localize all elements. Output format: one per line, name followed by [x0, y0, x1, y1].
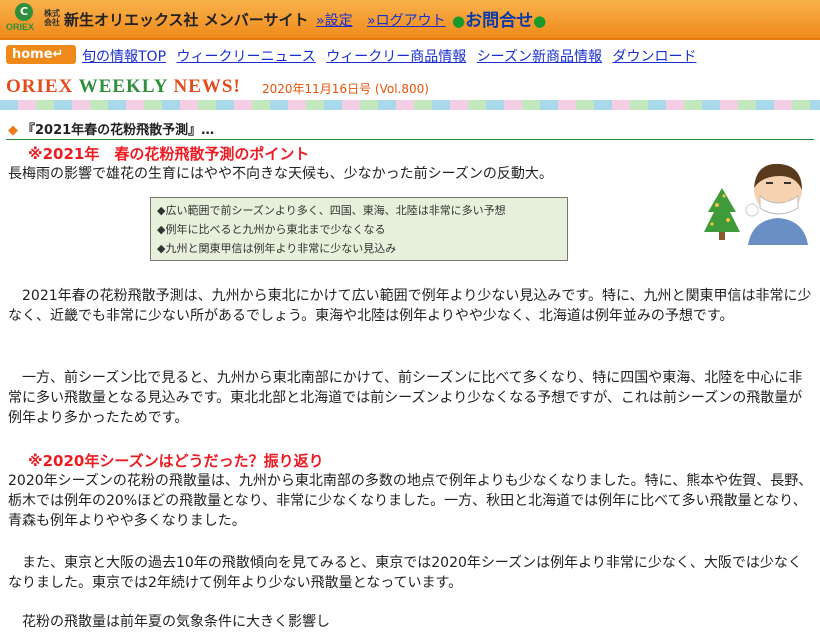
section-title: ◆ 『2021年春の花粉飛散予測』…: [8, 119, 214, 138]
logo-text: ORIEX: [6, 22, 35, 32]
weekly-news-banner: ORIEX WEEKLY NEWS!: [6, 76, 241, 98]
contact-label: お問合せ: [465, 11, 534, 31]
corp-prefix: 株式会社: [44, 9, 60, 27]
summary-box: ◆広い範囲で前シーズンより多く、四国、東海、北陸は非常に多い予想 ◆例年に比べる…: [150, 197, 568, 261]
contact-button[interactable]: ●お問合せ●: [452, 6, 546, 31]
oriex-logo[interactable]: C ORIEX: [6, 3, 44, 35]
header-links: »設定 »ログアウト: [316, 10, 456, 30]
heading-forecast-points: ※2021年 春の花粉飛散予測のポイント: [28, 145, 310, 163]
heading-2020-review: ※2020年シーズンはどうだった？振り返り: [28, 452, 324, 470]
logo-icon: C: [15, 3, 33, 21]
home-button[interactable]: home↵: [6, 45, 76, 64]
main-nav: home↵ 旬の情報TOP ウィークリーニュース ウィークリー商品情報 シーズン…: [0, 44, 820, 66]
banner-part-news: NEWS!: [173, 76, 241, 97]
nav-item-download[interactable]: ダウンロード: [612, 49, 696, 65]
summary-item: ◆広い範囲で前シーズンより多く、四国、東海、北陸は非常に多い予想: [157, 204, 506, 217]
paragraph: 花粉の飛散量は前年夏の気象条件に大きく影響し: [22, 614, 330, 630]
paragraph: また、東京と大阪の過去10年の飛散傾向を見てみると、東京では2020年シーズンは…: [8, 555, 802, 591]
site-title: 新生オリエックス社 メンバーサイト: [64, 11, 309, 29]
bullet-icon: ●: [452, 12, 466, 30]
paragraph: 2021年春の花粉飛散予測は、九州から東北にかけて広い範囲で例年より少ない見込み…: [8, 288, 812, 324]
person-icon: [745, 163, 808, 245]
decorative-stripe: [0, 100, 820, 110]
diamond-icon: ◆: [8, 123, 18, 138]
nav-item-weekly-news[interactable]: ウィークリーニュース: [176, 49, 315, 65]
section-title-text: 『2021年春の花粉飛散予測』…: [22, 123, 215, 138]
tree-icon: [704, 188, 740, 232]
summary-item: ◆例年に比べると九州から東北まで少なくなる: [157, 223, 386, 236]
pollen-allergy-illustration: [704, 163, 808, 245]
nav-item-season-new-products[interactable]: シーズン新商品情報: [477, 49, 602, 65]
issue-date: 2020年11月16日号 (Vol.800): [262, 82, 429, 96]
paragraph: 一方、前シーズン比で見ると、九州から東北南部にかけて、前シーズンに比べて多くなり…: [8, 370, 803, 426]
settings-link[interactable]: »設定: [316, 13, 353, 29]
banner-part-oriex: ORIEX: [6, 76, 79, 97]
logout-link[interactable]: »ログアウト: [367, 13, 446, 29]
banner-part-weekly: WEEKLY: [78, 76, 174, 97]
lead-text: 長梅雨の影響で雄花の生育にはやや不向きな天候も、少なかった前シーズンの反動大。: [8, 166, 553, 182]
nav-links: 旬の情報TOP ウィークリーニュース ウィークリー商品情報 シーズン新商品情報 …: [82, 46, 702, 66]
paragraph: 2020年シーズンの花粉の飛散量は、九州から東北南部の多数の地点で例年よりも少な…: [8, 473, 813, 529]
summary-item: ◆九州と関東甲信は例年より非常に少ない見込み: [157, 242, 397, 255]
bullet-icon: ●: [533, 12, 547, 30]
nav-item-weekly-products[interactable]: ウィークリー商品情報: [326, 49, 466, 65]
site-header: C ORIEX 株式会社 新生オリエックス社 メンバーサイト »設定 »ログアウ…: [0, 0, 820, 40]
divider: [6, 139, 814, 140]
nav-item-seasonal-top[interactable]: 旬の情報TOP: [82, 49, 166, 65]
